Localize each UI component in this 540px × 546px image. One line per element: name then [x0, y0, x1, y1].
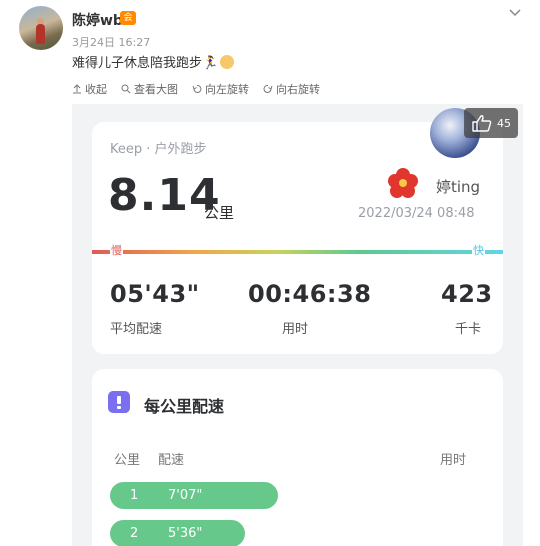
- post-header: 陈婷wb 会 3月24日 16:27 难得儿子休息陪我跑步🏃‍♀️: [0, 0, 540, 72]
- like-count: 45: [497, 117, 511, 130]
- image-toolbar: 收起 查看大图 向左旋转 向右旋转: [72, 80, 320, 98]
- post-image[interactable]: Keep · 户外跑步 8.14 公里 婷ting 2022/03/24 08:…: [72, 104, 523, 546]
- user-tag: 婷ting: [436, 178, 481, 196]
- search-icon: [121, 84, 131, 94]
- split-row: 1 7'07": [110, 482, 278, 509]
- emoji-icon: [220, 55, 235, 69]
- like-button[interactable]: 45: [464, 108, 518, 138]
- col-km: 公里: [114, 453, 141, 468]
- flower-icon: [388, 168, 418, 198]
- avg-pace-value: 05'43": [110, 280, 200, 308]
- calories-label: 千卡: [455, 322, 482, 337]
- run-summary-card: Keep · 户外跑步 8.14 公里 婷ting 2022/03/24 08:…: [92, 122, 503, 354]
- rotate-right-button[interactable]: 向右旋转: [263, 81, 320, 97]
- col-pace: 配速: [158, 453, 185, 468]
- post-timestamp[interactable]: 3月24日 16:27: [72, 34, 150, 50]
- upload-arrow-icon: [73, 84, 81, 94]
- split-km: 1: [130, 488, 139, 503]
- post-text: 难得儿子休息陪我跑步🏃‍♀️: [72, 52, 235, 71]
- duration-label: 用时: [282, 322, 309, 337]
- pace-gradient-bar: [92, 250, 503, 254]
- splits-card: 每公里配速 公里 配速 用时 1 7'07" 2 5'36": [92, 369, 503, 546]
- calories-value: 423: [441, 280, 493, 308]
- app-label: Keep · 户外跑步: [110, 142, 207, 157]
- chevron-down-icon[interactable]: [508, 4, 522, 23]
- post-text-content: 难得儿子休息陪我跑步🏃‍♀️: [72, 56, 219, 71]
- distance-unit: 公里: [204, 204, 235, 222]
- avatar-figure: [36, 24, 45, 44]
- duration-value: 00:46:38: [248, 280, 372, 308]
- avatar[interactable]: [19, 6, 63, 50]
- splits-icon: [108, 391, 130, 413]
- view-large-label: 查看大图: [134, 83, 178, 96]
- rotate-left-icon: [192, 84, 202, 93]
- split-km: 2: [130, 526, 139, 541]
- splits-title: 每公里配速: [144, 397, 225, 416]
- view-large-button[interactable]: 查看大图: [121, 81, 178, 97]
- rotate-left-label: 向左旋转: [205, 83, 249, 96]
- thumbs-up-icon: [472, 115, 492, 132]
- split-pace: 5'36": [168, 526, 203, 541]
- slow-label: 慢: [110, 242, 123, 258]
- username[interactable]: 陈婷wb: [72, 10, 123, 30]
- split-row: 2 5'36": [110, 520, 245, 546]
- col-time: 用时: [440, 453, 467, 468]
- collapse-label: 收起: [85, 83, 107, 96]
- avg-pace-label: 平均配速: [110, 322, 163, 337]
- run-date: 2022/03/24 08:48: [358, 206, 475, 221]
- vip-badge-icon: 会: [120, 11, 136, 25]
- rotate-right-label: 向右旋转: [276, 83, 320, 96]
- split-pace: 7'07": [168, 488, 203, 503]
- rotate-left-button[interactable]: 向左旋转: [192, 81, 249, 97]
- collapse-button[interactable]: 收起: [72, 81, 107, 97]
- rotate-right-icon: [263, 84, 273, 93]
- fast-label: 快: [472, 242, 485, 258]
